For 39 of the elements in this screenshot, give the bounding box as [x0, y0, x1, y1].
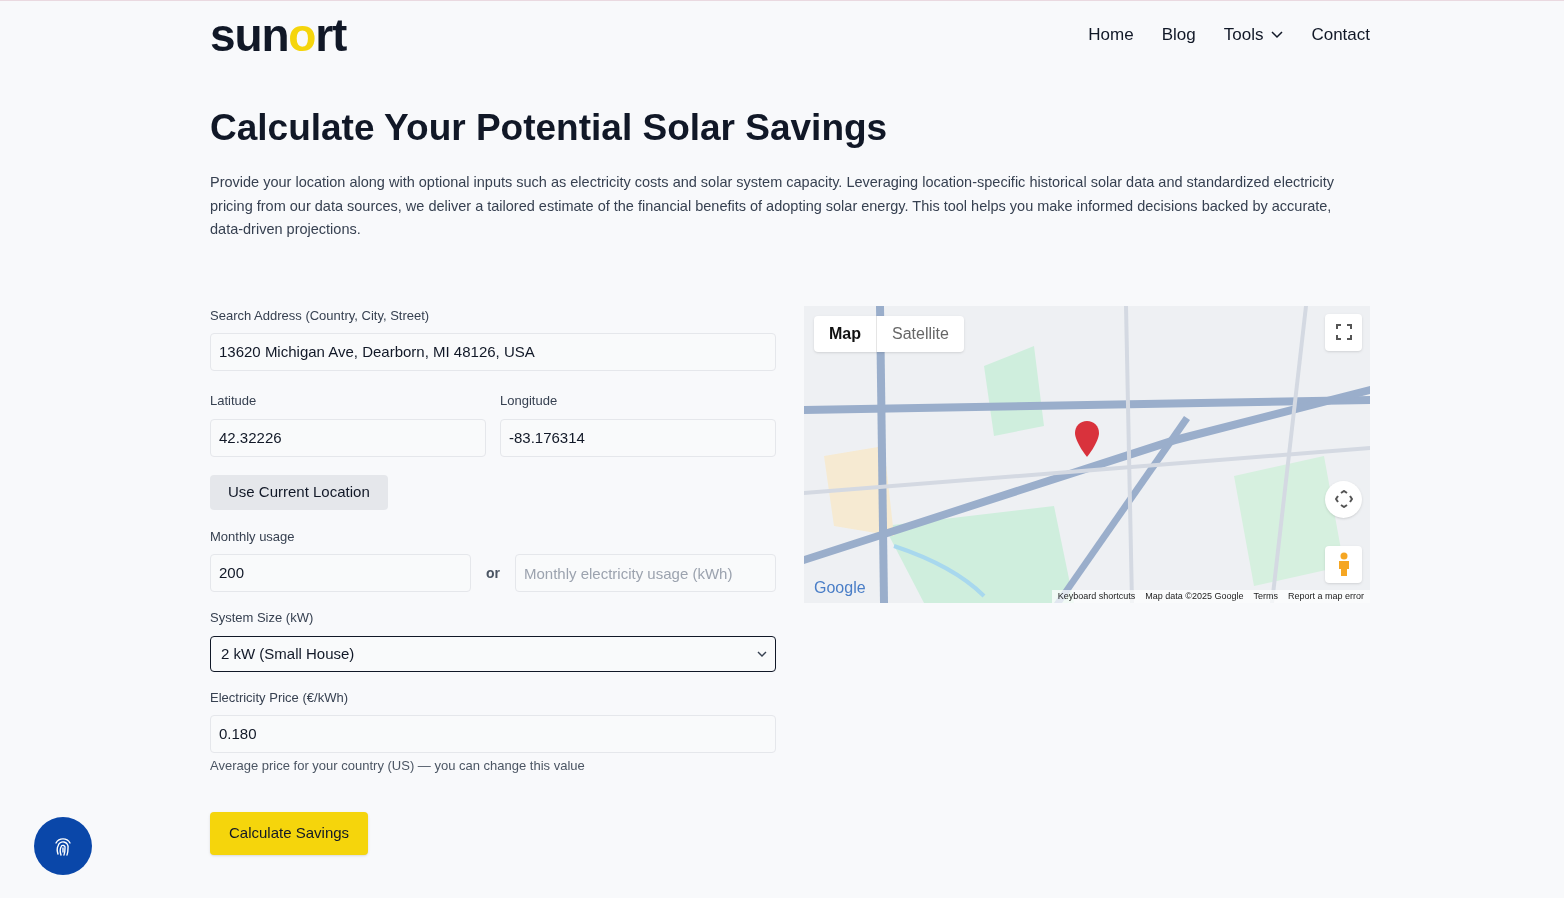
chevron-down-icon: [757, 650, 767, 657]
google-logo: Google: [814, 577, 866, 598]
longitude-field[interactable]: -83.176314: [500, 418, 776, 457]
intro-paragraph: Provide your location along with optional inputs such as electricity costs and solar system capacity. Leveraging location-specific historical solar data and standardized electricity pricing from our data sources, we deliver a tailored estimate of the financial benefits of adopting solar energy. This tool helps you make informed decisions backed by accurate, data-driven projections.: [210, 173, 1336, 240]
field-label: Latitude: [210, 392, 258, 411]
calculate-button[interactable]: Calculate Savings: [210, 811, 369, 855]
field-label: Longitude: [500, 392, 559, 411]
pan-icon: [1334, 490, 1353, 509]
system-size-select[interactable]: 2 kW (Small House): [210, 635, 776, 672]
map-footer-link[interactable]: Keyboard shortcuts: [1057, 591, 1136, 601]
nav-link[interactable]: Blog: [1161, 22, 1196, 48]
page-title: Calculate Your Potential Solar Savings: [210, 106, 889, 150]
nav-link[interactable]: Contact: [1311, 22, 1370, 48]
nav-link[interactable]: Home: [1088, 22, 1134, 48]
usage-kwh-field[interactable]: Monthly electricity usage (kWh): [515, 554, 776, 593]
map-type-tab[interactable]: Map: [814, 315, 877, 352]
fingerprint-button[interactable]: [34, 817, 92, 875]
latitude-field[interactable]: 42.32226: [210, 418, 486, 457]
map-footer-link[interactable]: Terms: [1253, 591, 1278, 601]
map-footer-link[interactable]: Map data ©2025 Google: [1145, 591, 1244, 601]
address-field[interactable]: 13620 Michigan Ave, Dearborn, MI 48126, USA: [210, 333, 776, 372]
price-hint: Average price for your country (US) — you can change this value: [210, 757, 586, 776]
person-icon: [1336, 552, 1351, 577]
nav-link[interactable]: Tools: [1223, 22, 1284, 48]
chevron-down-icon: [1271, 31, 1284, 39]
fullscreen-button[interactable]: [1325, 313, 1362, 351]
map-pin-icon: [1074, 420, 1100, 457]
field-label: System Size (kW): [210, 609, 315, 628]
field-label: Search Address (Country, City, Street): [210, 306, 431, 325]
usage-field[interactable]: 200: [210, 554, 471, 593]
price-field[interactable]: 0.180: [210, 715, 776, 754]
field-label: Electricity Price (€/kWh): [210, 688, 349, 707]
field-label: Monthly usage: [210, 527, 296, 546]
map-footer-link[interactable]: Report a map error: [1287, 591, 1364, 601]
use-location-button[interactable]: Use Current Location: [210, 474, 388, 510]
map-type-tab[interactable]: Satellite: [877, 315, 964, 352]
logo[interactable]: sunort: [210, 12, 347, 58]
or-separator: or: [485, 563, 501, 583]
fullscreen-icon: [1335, 324, 1352, 341]
